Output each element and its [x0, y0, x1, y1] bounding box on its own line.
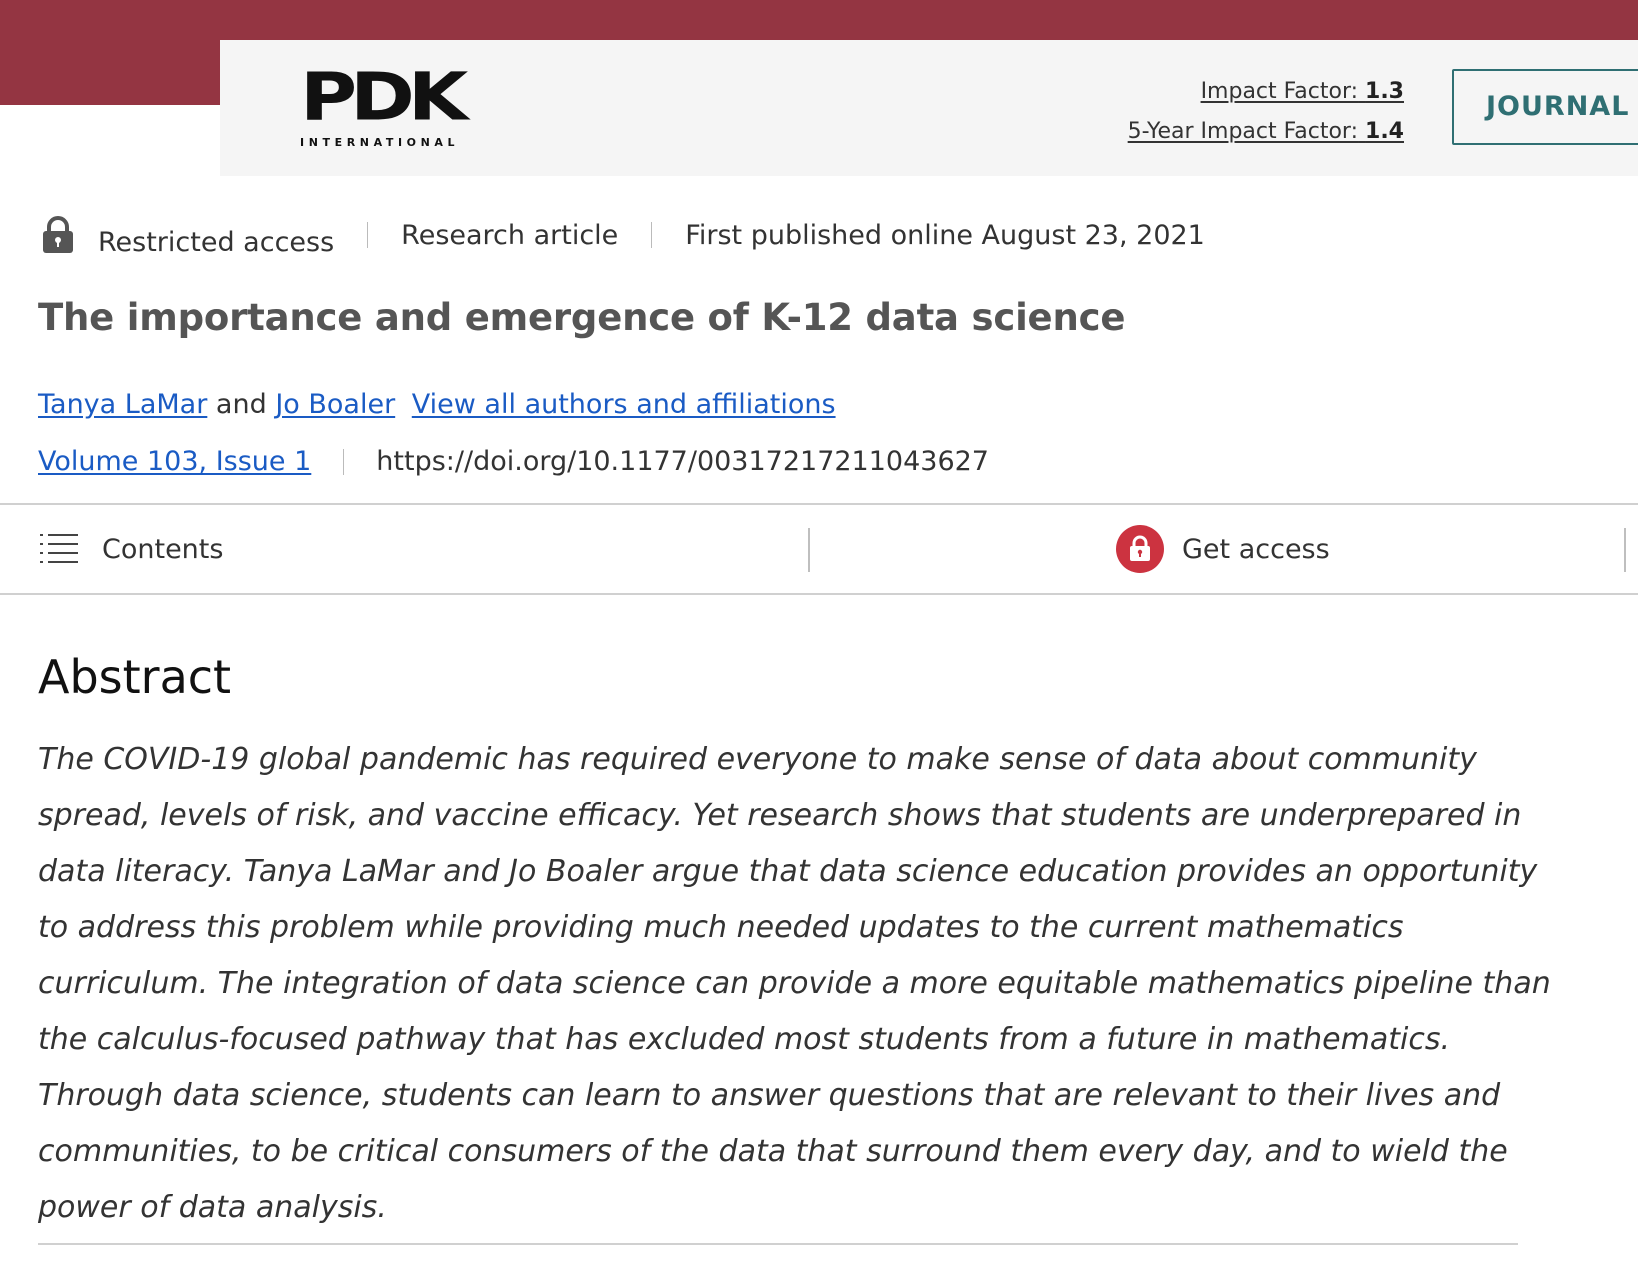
author-conjunction: and [215, 389, 267, 420]
brand-top-bar [0, 0, 1638, 40]
access-lock-icon [1116, 525, 1164, 573]
volume-divider [343, 448, 345, 475]
list-icon [40, 534, 78, 563]
five-year-impact-value: 1.4 [1365, 119, 1404, 144]
get-access-label: Get access [1182, 533, 1330, 565]
toolbar-divider [808, 528, 810, 572]
view-all-authors-link[interactable]: View all authors and affiliations [412, 389, 836, 420]
impact-factor-value: 1.3 [1365, 79, 1404, 104]
author-link-lamar[interactable]: Tanya LaMar [38, 389, 207, 420]
access-status: Restricted access [98, 226, 335, 258]
meta-divider [367, 222, 369, 248]
five-year-impact-label: 5-Year Impact Factor: [1127, 119, 1359, 144]
volume-issue-link[interactable]: Volume 103, Issue 1 [38, 446, 311, 477]
pdk-logo[interactable]: PDK INTERNATIONAL [300, 59, 468, 150]
article-toolbar: Contents Get access [0, 503, 1638, 595]
get-access-button[interactable]: Get access [1116, 505, 1330, 593]
brand-side-block [0, 40, 220, 105]
journal-home-button[interactable]: JOURNAL H [1452, 69, 1638, 145]
doi-text[interactable]: https://doi.org/10.1177/0031721721104362… [376, 446, 989, 477]
toolbar-divider [1624, 528, 1626, 572]
article-title: The importance and emergence of K-12 dat… [38, 296, 1126, 339]
abstract-text: The COVID-19 global pandemic has require… [38, 742, 1551, 1225]
lock-icon [43, 216, 73, 253]
article-type: Research article [401, 219, 619, 251]
impact-factors: Impact Factor: 1.3 5-Year Impact Factor:… [1128, 72, 1404, 152]
impact-factor-link[interactable]: Impact Factor: 1.3 [1128, 72, 1404, 112]
article-meta: Restricted access Research article First… [38, 210, 1205, 260]
author-link-boaler[interactable]: Jo Boaler [275, 389, 395, 420]
volume-doi-row: Volume 103, Issue 1 https://doi.org/10.1… [38, 446, 989, 477]
section-divider [38, 1243, 1518, 1245]
author-line: Tanya LaMar and Jo Boaler View all autho… [38, 389, 836, 420]
contents-button[interactable]: Contents [40, 505, 223, 593]
logo-subtitle: INTERNATIONAL [300, 136, 460, 149]
impact-factor-label: Impact Factor: [1200, 79, 1359, 104]
abstract-heading: Abstract [38, 650, 232, 704]
logo-mark: PDK [300, 59, 468, 136]
contents-label: Contents [102, 533, 224, 565]
five-year-impact-factor-link[interactable]: 5-Year Impact Factor: 1.4 [1128, 112, 1404, 152]
publication-date: First published online August 23, 2021 [685, 219, 1205, 251]
meta-divider [651, 222, 653, 248]
